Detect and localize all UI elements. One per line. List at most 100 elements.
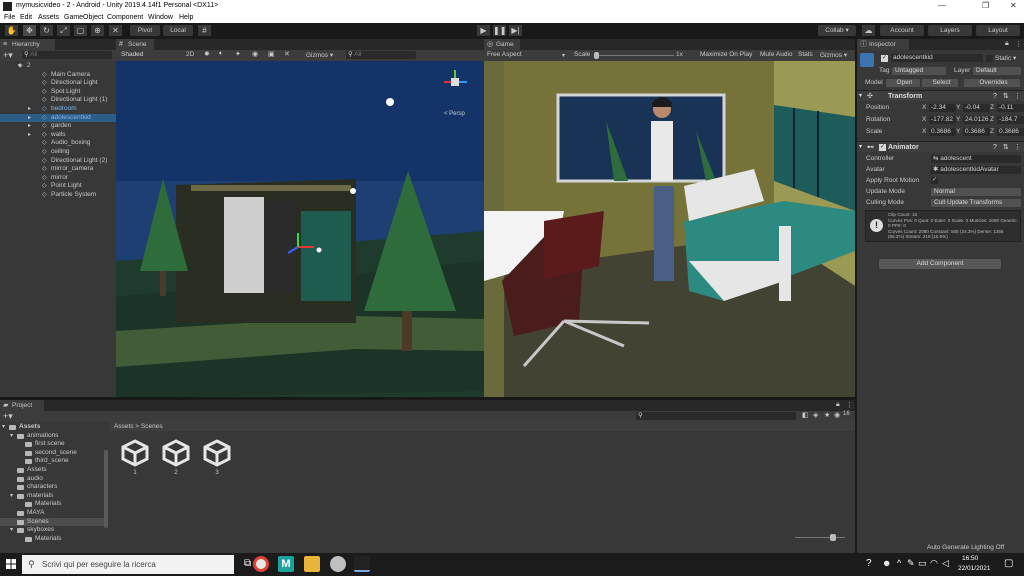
camera-icon[interactable]: ▣	[268, 50, 275, 58]
hierarchy-item[interactable]: ◇ mirror_camera	[0, 165, 116, 174]
tag-dropdown[interactable]: Untagged	[892, 67, 946, 75]
notifications-icon[interactable]: ▢	[1004, 558, 1013, 569]
favorite-icon[interactable]: ★	[824, 411, 830, 419]
kebab-menu-icon[interactable]: ⋮	[1015, 40, 1022, 48]
mute-audio-toggle[interactable]: Mute Audio	[760, 51, 793, 58]
transform-rotation-z-input[interactable]: -184.7	[997, 116, 1024, 124]
tab-scene[interactable]: # Scene	[116, 39, 154, 50]
chrome-icon[interactable]	[253, 556, 269, 572]
pivot-toggle[interactable]: Pivot	[130, 25, 160, 36]
icon-size-handle[interactable]	[830, 534, 836, 541]
visibility-icon[interactable]: ◉	[252, 50, 258, 58]
game-view[interactable]: ◎ Game Free Aspect ▾ Scale 1x Maximize O…	[484, 39, 855, 397]
hierarchy-item[interactable]: ▸ ◇ adolescentkid	[0, 113, 116, 123]
transform-rotation-x-input[interactable]: -177.82	[929, 116, 956, 124]
transform-component-header[interactable]: ▾ ✣ Transform ? ⇅ ⋮	[857, 90, 1024, 101]
avatar-field[interactable]: ✱ adolescentkidAvatar	[931, 166, 1021, 174]
transform-rotation-y-input[interactable]: 24.0126	[963, 116, 990, 124]
taskbar-search-input[interactable]: ⚲ Scrivi qui per eseguire la ricerca	[22, 555, 234, 574]
clock-time[interactable]: 16:50	[962, 555, 978, 562]
maya-icon[interactable]: M	[278, 556, 294, 572]
search-by-type-icon[interactable]: ◧	[802, 411, 809, 419]
hierarchy-item[interactable]: ◇ Audio_boxing	[0, 139, 116, 148]
hierarchy-item[interactable]: ◇ Directional Light (1)	[0, 96, 116, 105]
layout-dropdown[interactable]: Layout	[976, 25, 1020, 36]
clock-date[interactable]: 22/01/2021	[958, 565, 991, 572]
add-component-button[interactable]: Add Component	[879, 259, 1001, 269]
hierarchy-item[interactable]: ◇ ceiling	[0, 148, 116, 157]
tree-scrollbar[interactable]	[104, 450, 108, 528]
help-icon[interactable]: ?	[866, 558, 872, 569]
preset-icon[interactable]: ⇅	[1003, 91, 1009, 102]
project-folder-item[interactable]: audio	[0, 475, 104, 484]
controller-field[interactable]: ⇆ adolescent	[931, 155, 1021, 163]
scale-tool-icon[interactable]: ⤢	[57, 25, 70, 36]
windows-start-icon[interactable]	[6, 559, 16, 569]
rect-tool-icon[interactable]: ▢	[74, 25, 87, 36]
stats-toggle[interactable]: Stats	[798, 51, 813, 58]
collapse-arrow-icon[interactable]: ▸	[28, 122, 31, 131]
project-folder-item[interactable]: Assets	[0, 466, 104, 475]
static-dropdown[interactable]: Static ▾	[995, 54, 1016, 62]
people-icon[interactable]: ☻	[882, 558, 891, 568]
maximize-on-play-toggle[interactable]: Maximize On Play	[700, 51, 752, 58]
expand-arrow-icon[interactable]: ▾	[10, 432, 13, 441]
breadcrumb[interactable]: Assets > Scenes	[114, 423, 163, 430]
icon-size-slider[interactable]	[795, 537, 845, 538]
project-folder-item[interactable]: Materials	[0, 500, 104, 509]
task-view-icon[interactable]: ⧉	[244, 558, 251, 569]
menu-window[interactable]: Window	[148, 14, 173, 21]
add-icon[interactable]: +▾	[3, 50, 13, 60]
hierarchy-item[interactable]: ◇ Directional Light (2)	[0, 157, 116, 166]
project-folder-item[interactable]: Scenes	[0, 517, 104, 527]
project-folder-item[interactable]: Materials	[0, 535, 104, 544]
menu-file[interactable]: File	[4, 14, 15, 21]
collab-dropdown[interactable]: Collab ▾	[818, 25, 856, 36]
play-button[interactable]: ▶	[477, 25, 490, 36]
tray-arrow-icon[interactable]: ^	[897, 558, 901, 568]
project-search-input[interactable]: ⚲	[636, 412, 796, 420]
tools-icon[interactable]: ✕	[284, 50, 290, 58]
project-folder-item[interactable]: ▾ animations	[0, 432, 104, 441]
animator-component-header[interactable]: ▾ ⊷ ✓ Animator ? ⇅ ⋮	[857, 141, 1024, 152]
gizmos-dropdown[interactable]: Gizmos ▾	[306, 51, 333, 59]
menu-gameobject[interactable]: GameObject	[64, 14, 103, 21]
add-icon[interactable]: +▾	[3, 411, 13, 421]
local-toggle[interactable]: Local	[163, 25, 193, 36]
hierarchy-item[interactable]: ▸ ◇ walls	[0, 131, 116, 140]
collapse-arrow-icon[interactable]: ▸	[28, 131, 31, 140]
scene-asset[interactable]: 1	[120, 438, 150, 480]
lock-icon[interactable]: 🔒︎	[836, 401, 840, 409]
project-folder-item[interactable]: characters	[0, 483, 104, 492]
project-folder-item[interactable]: ▾ materials	[0, 492, 104, 501]
lighting-icon[interactable]: ✹	[204, 50, 210, 58]
tab-inspector[interactable]: ⓘ Inspector	[857, 39, 909, 50]
hierarchy-item[interactable]: ◇ Main Camera	[0, 71, 116, 80]
menu-edit[interactable]: Edit	[20, 14, 32, 21]
scale-slider-handle[interactable]	[594, 52, 599, 59]
project-folder-item[interactable]: MAYA	[0, 509, 104, 518]
kebab-menu-icon[interactable]: ⋮	[1014, 142, 1021, 153]
transform-scale-y-input[interactable]: 0.3686	[963, 128, 990, 136]
collapse-arrow-icon[interactable]: ▸	[28, 105, 31, 114]
account-dropdown[interactable]: Account	[880, 25, 924, 36]
menu-help[interactable]: Help	[179, 14, 193, 21]
step-button[interactable]: ▶|	[509, 25, 522, 36]
transform-position-y-input[interactable]: -0.04	[963, 104, 990, 112]
audio-icon[interactable]: 🔈︎	[219, 50, 223, 58]
menu-assets[interactable]: Assets	[38, 14, 59, 21]
scale-slider-track[interactable]	[594, 55, 674, 56]
transform-scale-x-input[interactable]: 0.3686	[929, 128, 956, 136]
effects-icon[interactable]: ✦	[235, 50, 241, 58]
search-by-label-icon[interactable]: ◈	[813, 411, 818, 419]
unity-taskbar-icon[interactable]	[354, 556, 370, 572]
scene-view[interactable]: # Scene Shaded 2D ✹ 🔈︎ ✦ ◉ ▣ ✕ Gizmos ▾ …	[116, 39, 484, 397]
transform-scale-z-input[interactable]: 0.3686	[997, 128, 1024, 136]
transform-position-z-input[interactable]: -0.11	[997, 104, 1024, 112]
scene-viewport[interactable]	[116, 61, 484, 397]
hierarchy-item[interactable]: ◇ Spot Light	[0, 88, 116, 97]
hierarchy-item[interactable]: ◇ mirror	[0, 174, 116, 183]
projection-label[interactable]: < Persp	[444, 111, 465, 117]
select-button[interactable]: Select	[922, 79, 958, 87]
kebab-menu-icon[interactable]: ⋮	[846, 401, 853, 409]
